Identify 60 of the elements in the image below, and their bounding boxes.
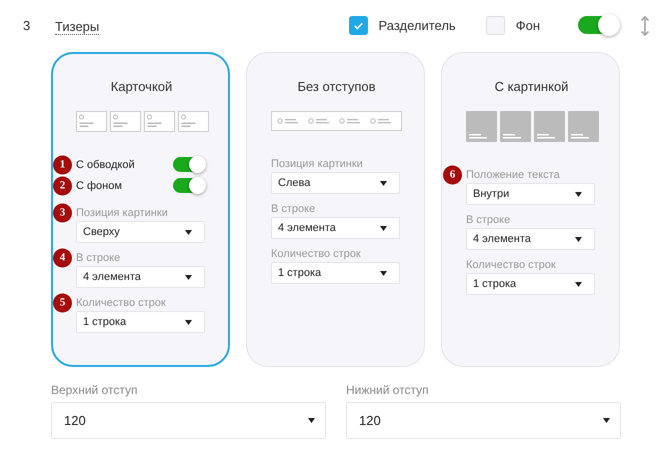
dropdown-arrow-icon <box>575 236 582 242</box>
layout-card[interactable]: С картинкой 6 Положение текста Внутри В строке 4 элемента Количество строк 1 строка <box>441 52 620 367</box>
card-title: Без отступов <box>296 79 377 94</box>
card-title: Карточкой <box>110 79 174 94</box>
step-badge: 4 <box>53 248 72 267</box>
resize-handle-icon[interactable] <box>640 15 650 37</box>
dropdown[interactable]: 4 элемента <box>76 266 205 288</box>
dropdown-arrow-icon <box>185 274 192 280</box>
dropdown-arrow-icon <box>575 192 582 196</box>
field-label: Верхний отступ <box>51 383 138 397</box>
step-badge: 2 <box>53 176 72 195</box>
field-label: Количество строк <box>466 258 556 270</box>
card-title: С картинкой <box>494 79 570 94</box>
dropdown-arrow-icon <box>185 230 192 234</box>
option-toggle[interactable] <box>173 178 204 193</box>
dropdown[interactable]: 4 элемента <box>271 217 400 239</box>
dropdown[interactable]: 120 <box>346 402 621 439</box>
step-badge: 6 <box>443 165 462 184</box>
dropdown-arrow-icon <box>380 270 387 276</box>
section-title[interactable]: Тизеры <box>55 19 100 35</box>
field-label: Позиция картинки <box>271 158 363 170</box>
dropdown-arrow-icon <box>380 226 387 230</box>
toggle-label: С обводкой <box>76 158 136 170</box>
dropdown[interactable]: 1 строка <box>271 262 400 284</box>
layout-card[interactable]: Карточкой 1 С обводкой 2 С фоном 3 Позиция картинки Сверху 4 В строке 4 элемента 5 Количество строк 1 строка <box>51 52 230 367</box>
image-layout-preview-icon <box>466 111 599 142</box>
background-checkbox[interactable] <box>486 16 505 34</box>
dropdown-arrow-icon <box>575 282 582 286</box>
step-badge: 3 <box>53 203 72 222</box>
field-label: Положение текста <box>466 168 560 180</box>
field-label: Количество строк <box>271 248 361 260</box>
bordered-layout-preview-icon <box>76 111 209 132</box>
field-label: В строке <box>76 252 120 264</box>
enable-toggle[interactable] <box>578 16 618 34</box>
dropdown[interactable]: Слева <box>271 172 400 194</box>
dropdown[interactable]: 1 строка <box>76 311 205 333</box>
field-label: В строке <box>466 214 510 226</box>
option-toggle[interactable] <box>173 157 204 172</box>
layout-card[interactable]: Без отступов Позиция картинки Слева В строке 4 элемента Количество строк 1 строка <box>246 52 425 367</box>
step-badge: 1 <box>53 155 72 174</box>
dropdown-arrow-icon <box>603 418 610 423</box>
dropdown-arrow-icon <box>185 320 192 324</box>
field-label: В строке <box>271 202 316 214</box>
dropdown-arrow-icon <box>308 418 315 423</box>
dropdown[interactable]: 4 элемента <box>466 228 595 250</box>
dropdown[interactable]: 120 <box>51 402 326 439</box>
dropdown-arrow-icon <box>380 180 387 186</box>
field-label: Нижний отступ <box>346 383 430 397</box>
dropdown[interactable]: 1 строка <box>466 273 595 295</box>
row-number: 3 <box>23 18 32 32</box>
flat-layout-preview-icon <box>271 111 402 131</box>
separator-checkbox[interactable] <box>348 16 368 34</box>
step-badge: 5 <box>53 293 72 312</box>
dropdown[interactable]: Сверху <box>76 221 205 243</box>
checkbox-label: Фон <box>516 18 540 32</box>
toggle-label: С фоном <box>76 180 123 192</box>
field-label: Количество строк <box>76 296 166 308</box>
field-label: Позиция картинки <box>76 206 168 218</box>
dropdown[interactable]: Внутри <box>466 183 595 205</box>
checkbox-label: Разделитель <box>378 18 456 32</box>
